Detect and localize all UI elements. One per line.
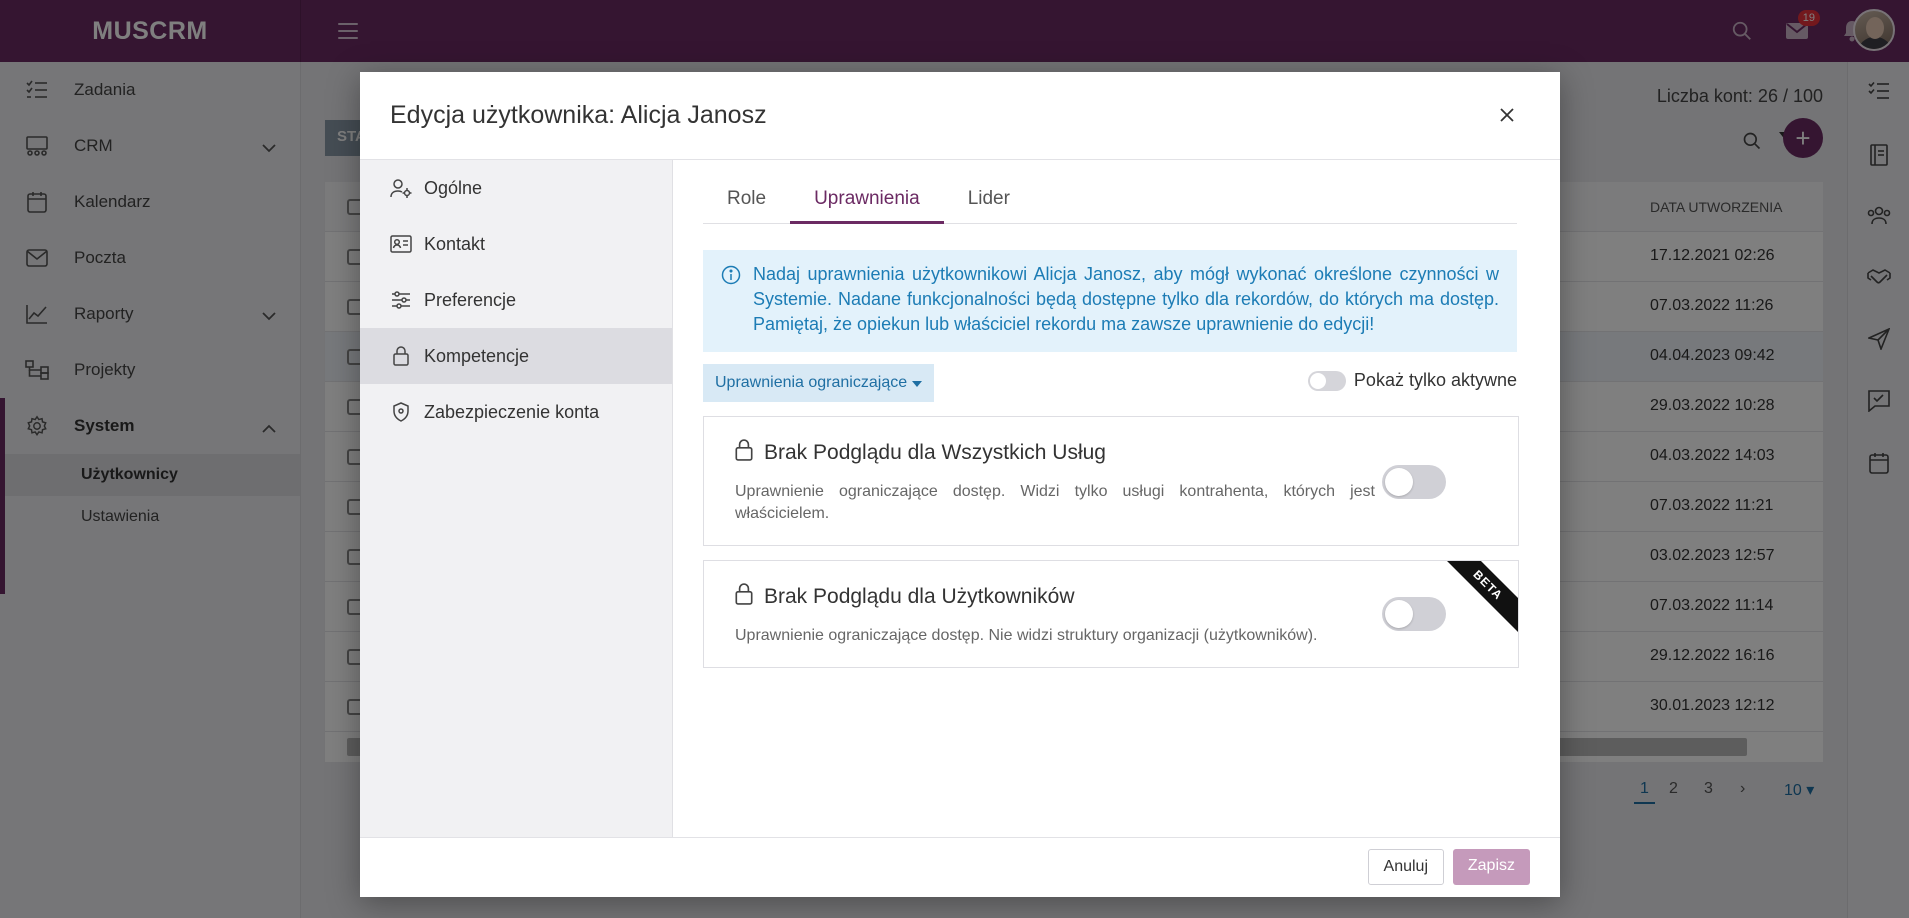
permission-description: Uprawnienie ograniczające dostęp. Nie wi… [735,627,1318,644]
permission-type-dropdown[interactable]: Uprawnienia ograniczające [703,364,935,402]
tab-permissions[interactable]: Uprawnienia [790,178,944,224]
nav-item-contact[interactable]: Kontakt [360,216,672,272]
only-active-label: Pokaż tylko aktywne [1353,370,1517,390]
caret-down-icon [912,374,923,392]
user-gear-icon [390,177,412,199]
info-icon [721,265,741,292]
modal-title: Edycja użytkownika: Alicja Janosz [390,101,767,129]
nav-item-label: Preferencje [424,289,517,310]
sliders-icon [390,289,412,311]
cancel-button[interactable]: Anuluj [1367,849,1444,885]
lock-icon [390,345,412,367]
permission-title-text: Brak Podglądu dla Użytkowników [764,585,1075,608]
modal-header: Edycja użytkownika: Alicja Janosz [360,72,1560,160]
lock-icon [734,583,754,611]
modal-nav: Ogólne Kontakt Preferencje Kompetencje Z… [360,160,673,837]
nav-item-label: Ogólne [424,177,483,198]
nav-item-general[interactable]: Ogólne [360,160,672,216]
permission-card: Brak Podglądu dla Użytkowników Uprawnien… [703,560,1519,668]
nav-item-account-security[interactable]: Zabezpieczenie konta [360,384,672,440]
close-icon[interactable] [1492,100,1522,130]
shield-icon [390,401,412,423]
modal-body: Role Uprawnienia Lider Nadaj uprawnienia… [673,160,1560,837]
permission-switch[interactable] [1382,597,1446,631]
contact-card-icon [390,233,412,255]
permission-title-text: Brak Podglądu dla Wszystkich Usług [764,441,1106,464]
tab-leader[interactable]: Lider [944,178,1034,224]
info-text: Nadaj uprawnienia użytkownikowi Alicja J… [753,264,1499,334]
save-button[interactable]: Zapisz [1452,849,1530,885]
tab-roles[interactable]: Role [703,178,790,224]
beta-ribbon: BETA [1437,561,1518,636]
nav-item-label: Kompetencje [424,345,530,366]
edit-user-modal: Edycja użytkownika: Alicja Janosz Ogólne… [360,72,1560,897]
permission-title: Brak Podglądu dla Wszystkich Usług [734,439,1106,467]
modal-footer: Anuluj Zapisz [360,837,1560,897]
nav-item-preferences[interactable]: Preferencje [360,272,672,328]
nav-item-label: Kontakt [424,233,486,254]
only-active-switch[interactable] [1307,370,1346,391]
info-box: Nadaj uprawnienia użytkownikowi Alicja J… [703,250,1517,352]
permission-description: Uprawnienie ograniczające dostęp. Widzi … [735,483,1375,522]
nav-item-label: Zabezpieczenie konta [424,401,600,422]
lock-icon [734,439,754,467]
nav-item-competences[interactable]: Kompetencje [360,328,672,384]
permission-card: Brak Podglądu dla Wszystkich Usług Upraw… [703,416,1519,546]
tab-bar: Role Uprawnienia Lider [703,178,1517,224]
permission-switch[interactable] [1382,465,1446,499]
dropdown-label: Uprawnienia ograniczające [715,374,908,391]
only-active-toggle[interactable]: Pokaż tylko aktywne [1307,370,1517,391]
permission-title: Brak Podglądu dla Użytkowników [734,583,1075,611]
